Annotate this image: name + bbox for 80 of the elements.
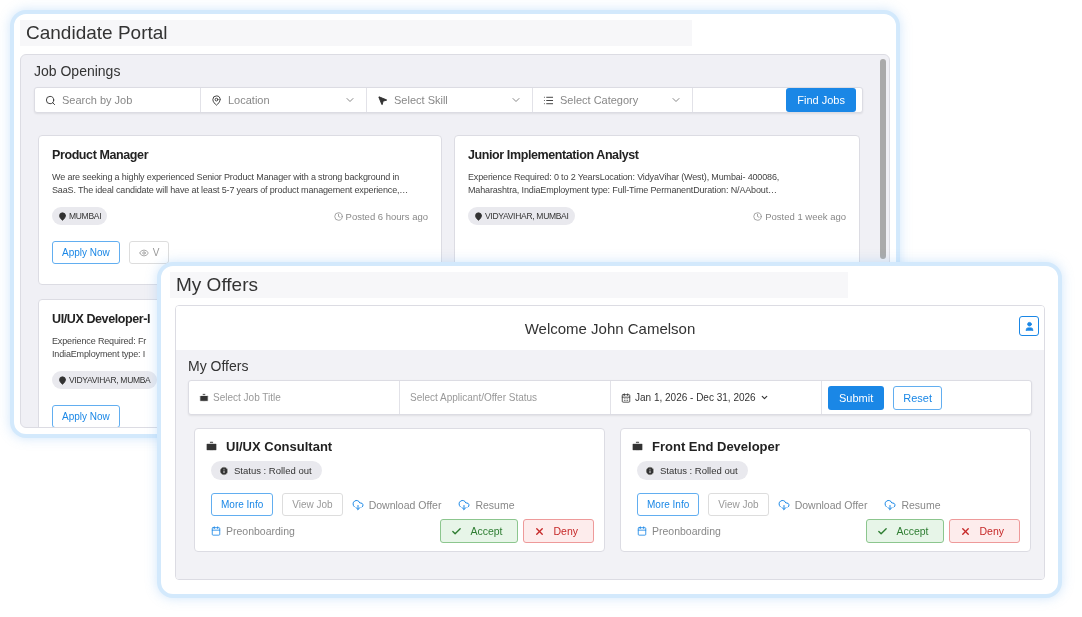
briefcase-icon — [199, 392, 209, 403]
deny-button[interactable]: Deny — [949, 519, 1020, 543]
select-field[interactable]: Location — [201, 88, 367, 112]
find-jobs-button[interactable]: Find Jobs — [786, 88, 856, 112]
download-link[interactable]: Resume — [884, 498, 941, 511]
caret-icon — [759, 393, 769, 402]
info-icon — [219, 465, 229, 476]
preonboarding-link[interactable]: Preonboarding — [637, 525, 721, 537]
more-info-button[interactable]: More Info — [211, 493, 274, 516]
clock-icon — [333, 211, 343, 221]
download-link[interactable]: Resume — [458, 498, 515, 511]
x-icon — [960, 525, 972, 537]
date-range-field[interactable]: Jan 1, 2026 - Dec 31, 2026 — [611, 381, 822, 414]
window-title: My Offers — [170, 272, 848, 298]
view-button[interactable]: V — [128, 241, 170, 264]
view-job-button[interactable]: View Job — [282, 493, 343, 516]
download-link[interactable]: Download Offer — [351, 498, 442, 511]
cloud-download-icon — [777, 498, 790, 511]
cloud-download-icon — [351, 498, 364, 511]
view-job-button[interactable]: View Job — [708, 493, 769, 516]
preonboarding-link[interactable]: Preonboarding — [211, 525, 295, 537]
job-title: UI/UX Developer-I — [52, 312, 152, 326]
welcome-text: Welcome John Camelson — [524, 319, 696, 337]
deny-button[interactable]: Deny — [523, 519, 594, 543]
info-icon — [645, 465, 655, 476]
job-title: Junior Implementation Analyst — [468, 148, 640, 162]
posted-time: Posted 1 week ago — [753, 210, 846, 222]
cloud-download-icon — [884, 498, 897, 511]
cloud-download-icon — [458, 498, 471, 511]
x-icon — [534, 525, 546, 537]
location-tag: MUMBAI — [52, 207, 108, 225]
user-button[interactable] — [1019, 316, 1039, 336]
status-tag: Status : Rolled out — [637, 461, 748, 480]
location-tag: VIDYAVIHAR, MUMBAI — [468, 207, 575, 225]
section-title: My Offers — [188, 358, 250, 374]
select-field[interactable]: Select Job Title — [189, 381, 400, 414]
pin-icon — [474, 211, 483, 221]
job-description-line: Experience Required: 0 to 2 YearsLocation: VidyaVihar (West), Mumbai- 400086, — [468, 171, 781, 184]
reset-button[interactable]: Reset — [893, 385, 942, 410]
status-tag: Status : Rolled out — [211, 461, 322, 480]
accept-button[interactable]: Accept — [866, 519, 945, 543]
clock-icon — [753, 211, 763, 221]
download-link[interactable]: Download Offer — [777, 498, 868, 511]
window-title: Candidate Portal — [20, 20, 692, 46]
eye-icon — [138, 247, 149, 258]
posted-time: Posted 6 hours ago — [333, 210, 428, 222]
job-description-line: Maharashtra, IndiaEmployment type: Full-Time PermanentDuration: N/AAbout… — [468, 184, 778, 197]
calendar-icon — [637, 526, 647, 536]
pin-icon — [58, 375, 67, 385]
category-icon — [543, 94, 554, 106]
location-icon — [211, 94, 222, 106]
pin-icon — [58, 211, 67, 221]
apply-now-button[interactable]: Apply Now — [52, 241, 120, 264]
submit-button[interactable]: Submit — [828, 385, 885, 410]
scrollbar[interactable] — [880, 59, 886, 259]
apply-now-button[interactable]: Apply Now — [52, 405, 120, 427]
job-description-line: We are seeking a highly experienced Senior Product Manager with a strong background in — [52, 171, 401, 184]
job-title: Product Manager — [52, 148, 150, 162]
calendar-icon — [621, 392, 631, 403]
offer-title: Front End Developer — [652, 439, 780, 454]
select-field[interactable]: Select Applicant/Offer Status — [400, 381, 611, 414]
search-icon — [45, 94, 56, 106]
location-tag: VIDYAVIHAR, MUMBA — [52, 371, 157, 389]
more-info-button[interactable]: More Info — [637, 493, 700, 516]
offer-title: UI/UX Consultant — [226, 439, 333, 454]
briefcase-icon — [631, 440, 644, 453]
job-description-line: IndiaEmployment type: I — [52, 348, 147, 361]
check-icon — [451, 525, 463, 537]
calendar-icon — [211, 526, 221, 536]
job-description-line: Experience Required: Fr — [52, 335, 148, 348]
user-icon — [1023, 320, 1035, 332]
check-icon — [877, 525, 889, 537]
skill-icon — [377, 94, 388, 106]
briefcase-icon — [205, 440, 218, 453]
select-field[interactable]: Select Category — [533, 88, 693, 112]
section-title: Job Openings — [34, 63, 122, 79]
accept-button[interactable]: Accept — [440, 519, 519, 543]
select-field[interactable]: Select Skill — [367, 88, 533, 112]
search-field[interactable]: Search by Job — [35, 88, 201, 112]
job-description-line: SaaS. The ideal candidate will have at least 5-7 years of product management experience,… — [52, 184, 410, 197]
